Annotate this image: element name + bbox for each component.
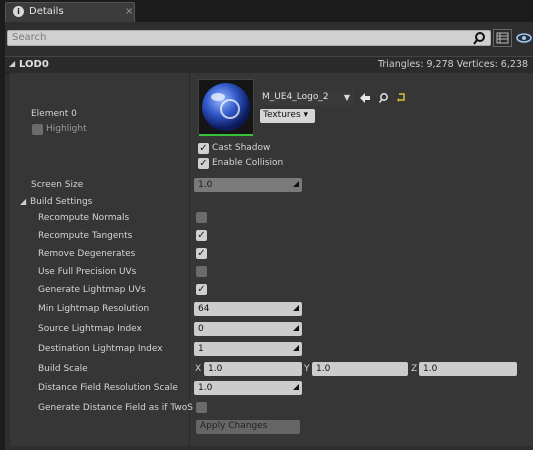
gen-distance-field-twosided-checkbox[interactable] — [196, 402, 207, 413]
dst-lightmap-index-value: 1 — [198, 344, 204, 354]
recompute-tangents-label: Recompute Tangents — [38, 231, 133, 241]
distance-field-scale-value: 1.0 — [198, 383, 213, 393]
build-scale-x-value: 1.0 — [208, 364, 223, 374]
dst-lightmap-index-field[interactable]: 1 — [194, 342, 302, 356]
collapse-arrow-icon[interactable]: ◢ — [20, 197, 26, 206]
build-settings-title: Build Settings — [30, 197, 93, 207]
gen-distance-field-twosided-label: Generate Distance Field as if TwoS — [38, 403, 193, 413]
highlight-checkbox[interactable] — [32, 124, 43, 135]
info-icon: i — [13, 6, 24, 17]
remove-degenerates-label: Remove Degenerates — [38, 249, 136, 259]
resize-grip-icon — [293, 305, 299, 311]
material-combo[interactable]: M_UE4_Logo_2 ▼ — [260, 91, 354, 105]
recompute-normals-checkbox[interactable] — [196, 212, 207, 223]
use-selected-arrow-icon[interactable] — [359, 92, 371, 107]
lod0-header[interactable]: ◢ LOD0 Triangles: 9,278 Vertices: 6,238 — [5, 56, 533, 74]
search-input[interactable]: Search — [7, 30, 491, 46]
dst-lightmap-index-label: Destination Lightmap Index — [38, 344, 163, 354]
resize-grip-icon — [293, 181, 299, 187]
build-scale-y-field[interactable]: 1.0 — [312, 362, 408, 376]
build-scale-y-value: 1.0 — [316, 364, 331, 374]
enable-collision-label: Enable Collision — [212, 158, 284, 168]
min-lightmap-res-label: Min Lightmap Resolution — [38, 304, 150, 314]
src-lightmap-index-label: Source Lightmap Index — [38, 324, 142, 334]
highlight-label: Highlight — [46, 124, 87, 134]
reset-icon[interactable] — [396, 92, 407, 106]
screen-size-field[interactable]: 1.0 — [194, 178, 302, 192]
min-lightmap-res-field[interactable]: 64 — [194, 302, 302, 316]
src-lightmap-index-value: 0 — [198, 324, 204, 334]
column-divider[interactable] — [189, 73, 190, 446]
distance-field-scale-field[interactable]: 1.0 — [194, 381, 302, 395]
apply-changes-button[interactable]: Apply Changes — [196, 420, 300, 434]
full-precision-uvs-label: Use Full Precision UVs — [38, 267, 137, 277]
mesh-stats: Triangles: 9,278 Vertices: 6,238 — [377, 59, 528, 70]
search-icon[interactable] — [470, 30, 490, 46]
build-scale-label: Build Scale — [38, 364, 88, 374]
tab-title: Details — [29, 6, 64, 17]
details-tab[interactable]: i Details × — [5, 2, 135, 22]
distance-field-scale-label: Distance Field Resolution Scale — [38, 383, 178, 393]
eye-icon[interactable] — [515, 30, 533, 46]
src-lightmap-index-field[interactable]: 0 — [194, 322, 302, 336]
chevron-down-icon: ▾ — [300, 110, 309, 120]
cast-shadow-label: Cast Shadow — [212, 143, 271, 153]
generate-lightmap-uvs-label: Generate Lightmap UVs — [38, 285, 146, 295]
material-thumbnail[interactable] — [198, 79, 254, 135]
view-options-icon[interactable] — [493, 29, 512, 47]
resize-grip-icon — [293, 345, 299, 351]
build-scale-x-field[interactable]: 1.0 — [204, 362, 302, 376]
full-precision-uvs-checkbox[interactable] — [196, 266, 207, 277]
enable-collision-checkbox[interactable]: ✓ — [198, 158, 209, 169]
resize-grip-icon — [293, 325, 299, 331]
recompute-tangents-checkbox[interactable]: ✓ — [196, 230, 207, 241]
generate-lightmap-uvs-checkbox[interactable]: ✓ — [196, 284, 207, 295]
screen-size-value: 1.0 — [198, 180, 213, 190]
thumbnail-accent-bar — [199, 134, 253, 136]
remove-degenerates-checkbox[interactable]: ✓ — [196, 248, 207, 259]
textures-dropdown[interactable]: Textures ▾ — [260, 109, 315, 123]
x-axis-label: X — [195, 364, 202, 374]
z-axis-label: Z — [411, 364, 418, 374]
cast-shadow-checkbox[interactable]: ✓ — [198, 143, 209, 154]
section-title: LOD0 — [19, 59, 49, 70]
screen-size-label: Screen Size — [31, 180, 84, 190]
y-axis-label: Y — [304, 364, 310, 374]
recompute-normals-label: Recompute Normals — [38, 213, 130, 223]
browse-search-icon[interactable] — [378, 92, 390, 107]
build-scale-z-field[interactable]: 1.0 — [419, 362, 517, 376]
collapse-arrow-icon[interactable]: ◢ — [9, 59, 15, 68]
close-icon[interactable]: × — [125, 6, 133, 17]
build-scale-z-value: 1.0 — [423, 364, 438, 374]
material-name: M_UE4_Logo_2 — [262, 92, 329, 102]
resize-grip-icon — [293, 384, 299, 390]
textures-label: Textures — [263, 110, 301, 120]
chevron-down-icon: ▼ — [343, 93, 350, 102]
min-lightmap-res-value: 64 — [198, 304, 210, 314]
element-label: Element 0 — [31, 109, 77, 119]
